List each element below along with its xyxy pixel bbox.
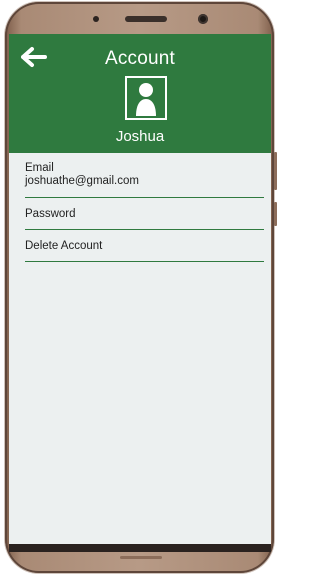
- email-label: Email: [25, 162, 54, 174]
- delete-account-label: Delete Account: [25, 240, 103, 252]
- password-row[interactable]: Password: [9, 198, 271, 230]
- avatar[interactable]: [125, 76, 167, 120]
- email-value: joshuathe@gmail.com: [25, 175, 139, 187]
- account-options-list: Email joshuathe@gmail.com Password Delet…: [9, 153, 271, 262]
- user-avatar-icon: [136, 83, 156, 116]
- password-label: Password: [25, 208, 76, 220]
- delete-account-row[interactable]: Delete Account: [9, 230, 271, 262]
- bottom-bezel: [9, 544, 271, 552]
- earpiece-speaker: [125, 16, 167, 22]
- account-header: Account Joshua: [9, 34, 271, 153]
- page-title: Account: [104, 48, 176, 69]
- front-camera: [198, 14, 208, 24]
- email-row[interactable]: Email joshuathe@gmail.com: [9, 153, 271, 198]
- volume-button: [274, 152, 277, 190]
- power-button: [274, 202, 277, 226]
- user-name: Joshua: [115, 128, 165, 145]
- app-screen: Account Joshua Email joshuathe@gmail.com…: [9, 34, 271, 544]
- front-sensor: [93, 16, 99, 22]
- bottom-speaker-grille: [120, 556, 162, 559]
